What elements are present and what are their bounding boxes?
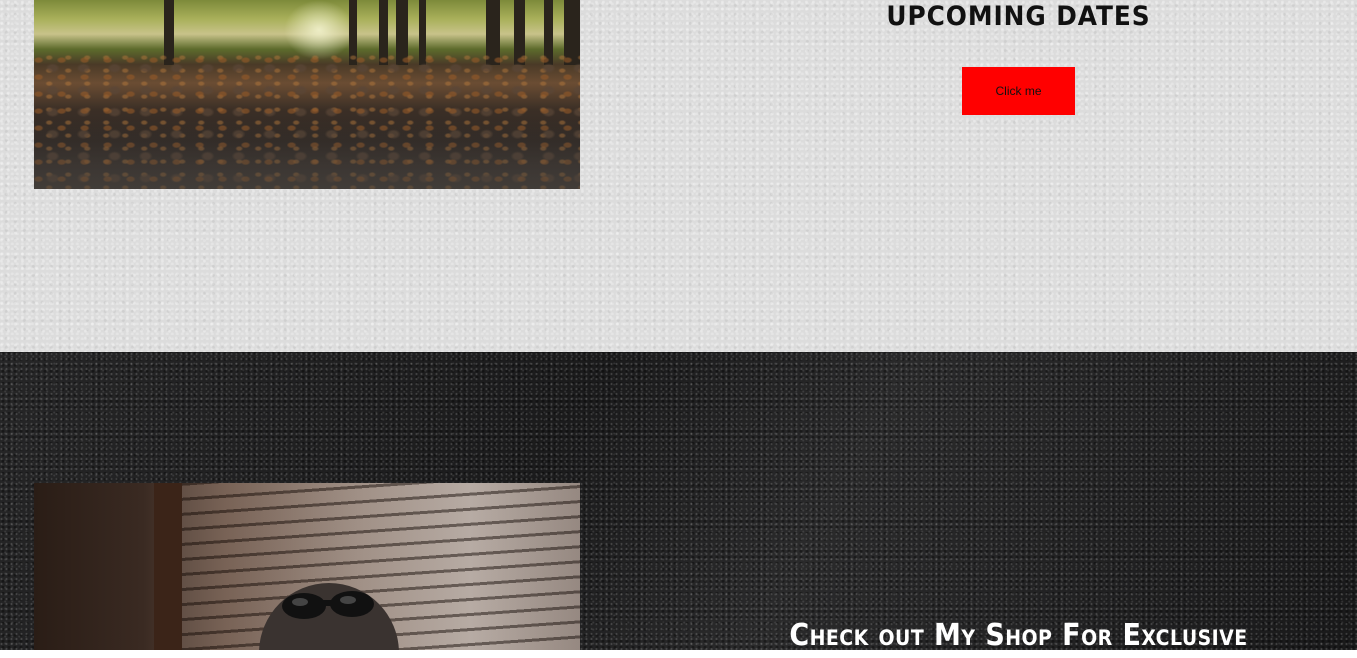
upcoming-dates-section: Upcoming Dates Click me xyxy=(0,0,1357,352)
click-me-button[interactable]: Click me xyxy=(962,67,1075,115)
portrait-image xyxy=(34,483,580,650)
goggles-icon xyxy=(282,591,374,619)
shop-heading: Check out My Shop For Exclusive xyxy=(789,618,1248,653)
upcoming-dates-heading: Upcoming Dates xyxy=(886,1,1151,32)
forest-path-image xyxy=(34,0,580,189)
